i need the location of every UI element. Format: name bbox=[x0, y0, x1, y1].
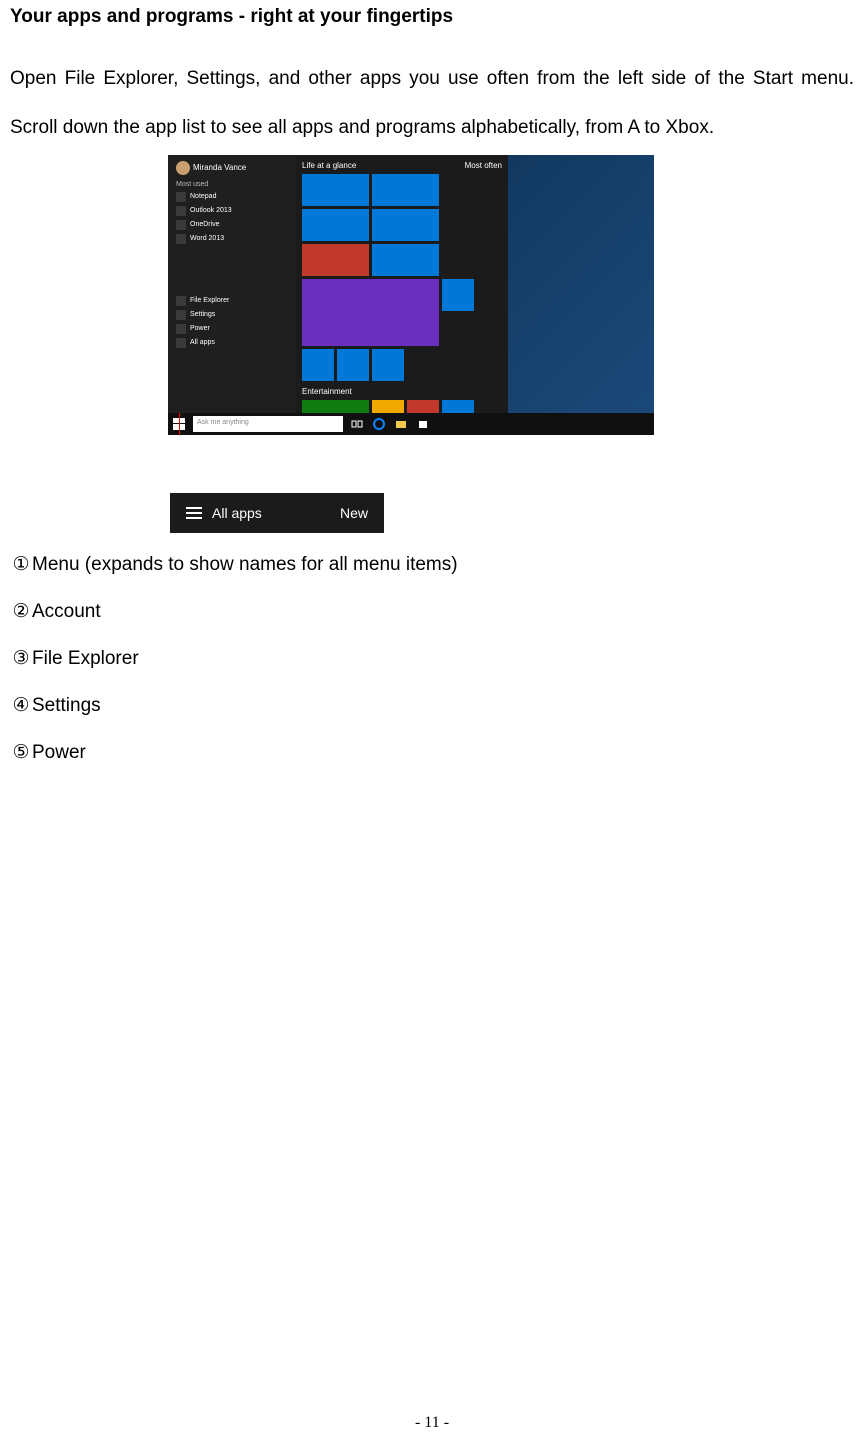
section-most-used: Most used bbox=[176, 181, 292, 188]
numbered-list: ①Menu (expands to show names for all men… bbox=[0, 553, 864, 764]
app-icon bbox=[176, 220, 186, 230]
tile-group-title: Most often bbox=[465, 161, 502, 170]
tile bbox=[302, 174, 369, 206]
settings-item: Settings bbox=[176, 308, 292, 322]
tile-wide bbox=[302, 279, 439, 346]
body-paragraph: Open File Explorer, Settings, and other … bbox=[0, 54, 864, 153]
list-item: ⑤Power bbox=[10, 741, 854, 764]
list-number: ④ bbox=[10, 694, 32, 717]
app-icon bbox=[176, 192, 186, 202]
taskbar-icons bbox=[346, 413, 434, 435]
task-view-icon bbox=[346, 413, 368, 435]
app-icon bbox=[176, 206, 186, 216]
list-text: Power bbox=[32, 742, 86, 763]
tile bbox=[302, 244, 369, 276]
app-label: Settings bbox=[190, 311, 215, 318]
app-label: Outlook 2013 bbox=[190, 207, 232, 214]
list-icon bbox=[176, 338, 186, 348]
power-item: Power bbox=[176, 322, 292, 336]
store-icon bbox=[412, 413, 434, 435]
tile bbox=[372, 349, 404, 381]
app-label: All apps bbox=[190, 339, 215, 346]
list-number: ① bbox=[10, 553, 32, 576]
list-text: Account bbox=[32, 601, 101, 622]
folder-icon bbox=[176, 296, 186, 306]
list-item: ④Settings bbox=[10, 694, 854, 717]
all-apps-item: All apps bbox=[176, 336, 292, 350]
list-number: ⑤ bbox=[10, 741, 32, 764]
app-label: Word 2013 bbox=[190, 235, 224, 242]
tile bbox=[372, 209, 439, 241]
start-menu-left-column: Miranda Vance Most used Notepad Outlook … bbox=[168, 155, 296, 413]
start-menu: Miranda Vance Most used Notepad Outlook … bbox=[168, 155, 508, 413]
tile-group-title: Life at a glance bbox=[302, 161, 356, 170]
tile-grid bbox=[302, 174, 502, 381]
callout-all-apps: All apps bbox=[212, 505, 262, 521]
power-icon bbox=[176, 324, 186, 334]
app-icon bbox=[176, 234, 186, 244]
app-item: Word 2013 bbox=[176, 232, 292, 246]
page-number: - 11 - bbox=[0, 1414, 864, 1432]
search-box: Ask me anything bbox=[193, 416, 343, 432]
list-number: ③ bbox=[10, 647, 32, 670]
avatar-icon bbox=[176, 161, 190, 175]
file-explorer-item: File Explorer bbox=[176, 294, 292, 308]
tile bbox=[337, 349, 369, 381]
app-label: File Explorer bbox=[190, 297, 229, 304]
gear-icon bbox=[176, 310, 186, 320]
figure-container: Miranda Vance Most used Notepad Outlook … bbox=[168, 155, 654, 533]
list-number: ② bbox=[10, 600, 32, 623]
tile bbox=[372, 244, 439, 276]
start-menu-screenshot: Miranda Vance Most used Notepad Outlook … bbox=[168, 155, 654, 435]
tile-group-title: Entertainment bbox=[302, 387, 502, 396]
app-label: OneDrive bbox=[190, 221, 220, 228]
edge-icon bbox=[368, 413, 390, 435]
list-item: ③File Explorer bbox=[10, 647, 854, 670]
app-item: Notepad bbox=[176, 190, 292, 204]
tile bbox=[442, 279, 474, 311]
callout-new: New bbox=[340, 505, 368, 521]
tile bbox=[302, 349, 334, 381]
callout-line bbox=[179, 413, 180, 435]
app-item: Outlook 2013 bbox=[176, 204, 292, 218]
list-text: Menu (expands to show names for all menu… bbox=[32, 554, 458, 575]
app-label: Notepad bbox=[190, 193, 216, 200]
section-heading: Your apps and programs - right at your f… bbox=[0, 6, 864, 28]
list-item: ①Menu (expands to show names for all men… bbox=[10, 553, 854, 576]
list-text: File Explorer bbox=[32, 648, 139, 669]
tile bbox=[372, 174, 439, 206]
start-menu-tiles: Life at a glance Most often Entert bbox=[296, 155, 508, 413]
callout-bar: All apps New bbox=[170, 493, 384, 533]
list-text: Settings bbox=[32, 695, 101, 716]
user-name: Miranda Vance bbox=[193, 163, 246, 172]
folder-icon bbox=[390, 413, 412, 435]
list-item: ②Account bbox=[10, 600, 854, 623]
taskbar: Ask me anything bbox=[168, 413, 654, 435]
app-item: OneDrive bbox=[176, 218, 292, 232]
app-label: Power bbox=[190, 325, 210, 332]
start-user: Miranda Vance bbox=[176, 161, 292, 175]
hamburger-icon bbox=[186, 512, 202, 514]
tile bbox=[302, 209, 369, 241]
